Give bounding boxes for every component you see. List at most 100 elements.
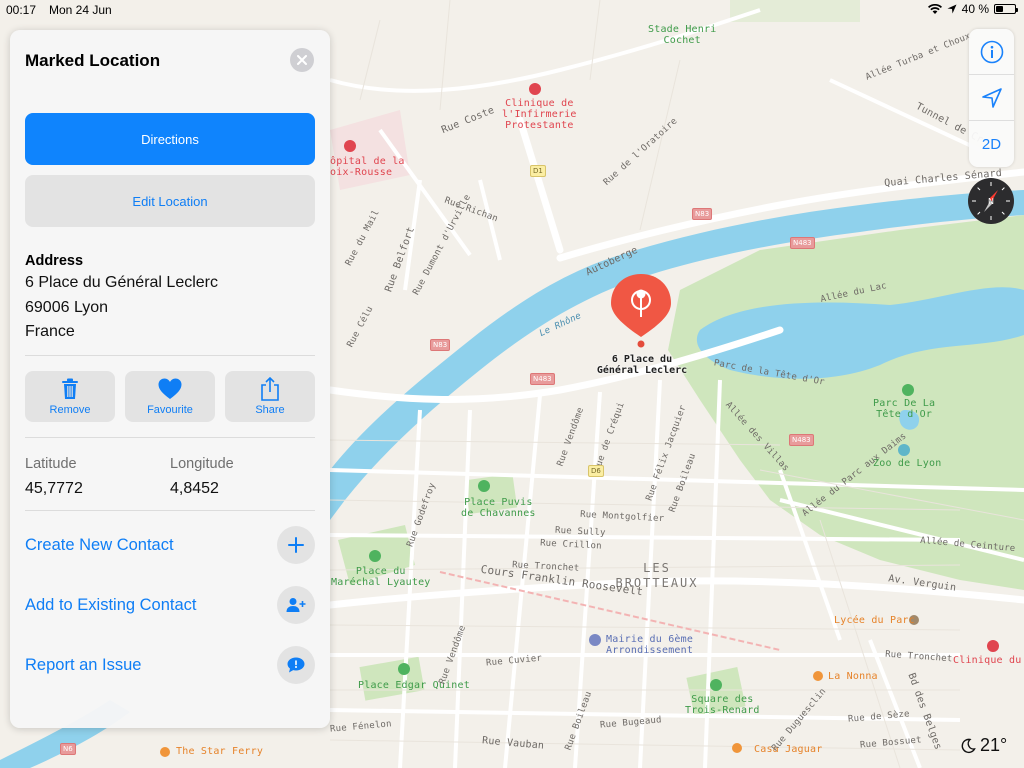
latitude-value: 45,7772 (25, 480, 83, 497)
road-shield-n83-a: N83 (430, 339, 451, 351)
status-time: 00:17 (6, 3, 37, 17)
poi-clinique-line3: Protestante (505, 120, 574, 131)
divider (25, 437, 315, 438)
address-line-3: France (25, 323, 75, 340)
pin-label-line1: 6 Place du (611, 354, 673, 365)
directions-button[interactable]: Directions (25, 113, 315, 165)
pin-label: 6 Place du Général Leclerc (596, 354, 688, 376)
poi-lyautey: Place du Maréchal Lyautey (331, 566, 431, 588)
favourite-label: Favourite (147, 404, 193, 416)
battery-fill (996, 6, 1004, 12)
info-icon (980, 40, 1003, 63)
close-icon (297, 55, 307, 65)
poi-clinique-line1: Clinique de (505, 98, 574, 109)
share-label: Share (255, 404, 285, 416)
poi-quinet: Place Edgar Quinet (358, 680, 470, 691)
divider (25, 355, 315, 356)
poi-hopital: ôpital de la oix-Rousse (330, 156, 405, 178)
poi-stade-line2: Cochet (663, 35, 701, 46)
longitude-value: 4,8452 (170, 480, 219, 497)
road-shield-d1: D1 (530, 165, 546, 177)
status-right-group: 40 % (927, 2, 1018, 16)
poi-lyautey-line2: Maréchal Lyautey (331, 577, 431, 588)
divider (25, 510, 315, 511)
plus-icon (288, 537, 304, 553)
poi-trois-renard: Square des Trois-Renard (685, 694, 760, 716)
edit-location-button[interactable]: Edit Location (25, 175, 315, 227)
status-bar: 00:17 Mon 24 Jun 40 % (0, 0, 1024, 20)
poi-clinique-line2: l'Infirmerie (502, 109, 577, 120)
share-button[interactable]: Share (225, 371, 315, 422)
info-button[interactable] (969, 29, 1014, 75)
poi-jaguar: Casa Jaguar (754, 744, 823, 755)
road-shield-n483-a: N483 (530, 373, 555, 385)
address-line-2: 69006 Lyon (25, 299, 109, 316)
speech-bubble-alert-icon (287, 657, 305, 673)
road-shield-n483-b: N483 (790, 237, 815, 249)
road-shield-n483-c: N483 (789, 434, 814, 446)
wifi-icon (927, 3, 942, 14)
poi-trois-line2: Trois-Renard (685, 705, 760, 716)
poi-ferry: The Star Ferry (176, 746, 264, 757)
poi-clinique: Clinique de l'Infirmerie Protestante (502, 98, 577, 131)
weather-widget: 21° (960, 735, 1007, 756)
svg-text:N: N (988, 197, 994, 206)
poi-hopital-line1: ôpital de la (330, 156, 405, 167)
longitude-label: Longitude (170, 456, 234, 472)
heart-icon (158, 377, 182, 401)
pin-label-line2: Général Leclerc (596, 365, 688, 376)
remove-button[interactable]: Remove (25, 371, 115, 422)
moon-icon (961, 738, 976, 753)
trash-icon (61, 377, 79, 401)
poi-mairie-line2: Arrondissement (606, 645, 694, 656)
poi-puvis: Place Puvis de Chavannes (461, 497, 536, 519)
poi-lyautey-line1: Place du (355, 566, 406, 577)
address-line-1: 6 Place du Général Leclerc (25, 274, 218, 291)
poi-stade-line1: Stade Henri (648, 24, 717, 35)
share-icon (260, 377, 280, 401)
location-services-icon (947, 4, 957, 14)
create-contact-button[interactable] (277, 526, 315, 564)
poi-trois-line1: Square des (691, 694, 754, 705)
favourite-button[interactable]: Favourite (125, 371, 215, 422)
location-arrow-icon (981, 87, 1002, 108)
poi-puvis-line2: de Chavannes (461, 508, 536, 519)
status-date: Mon 24 Jun (49, 3, 112, 17)
close-button[interactable] (290, 48, 314, 72)
battery-icon (994, 4, 1018, 14)
compass-button[interactable]: N (968, 178, 1014, 224)
temperature: 21° (980, 735, 1008, 755)
report-issue-button[interactable] (277, 646, 315, 684)
add-person-icon (286, 598, 306, 612)
address-heading: Address (25, 253, 84, 269)
poi-clinique-parc: Clinique du Pa (953, 655, 1024, 666)
road-shield-n83-b: N83 (692, 208, 713, 220)
poi-stade: Stade Henri Cochet (648, 24, 716, 46)
poi-parc-line2: Tête d'Or (876, 409, 933, 420)
card-title: Marked Location (25, 51, 161, 70)
create-new-contact-link[interactable]: Create New Contact (25, 536, 174, 555)
poi-parc-line1: Parc De La (873, 398, 936, 409)
poi-mairie-line1: Mairie du 6ème (606, 634, 694, 645)
remove-label: Remove (49, 404, 91, 416)
district-line1: LES (643, 561, 671, 575)
poi-nonna: La Nonna (828, 671, 878, 682)
road-shield-d6: D6 (588, 465, 604, 477)
poi-lycee: Lycée du Parc (834, 615, 915, 626)
view-mode-2d-button[interactable]: 2D (969, 121, 1014, 167)
poi-parc: Parc De La Tête d'Or (873, 398, 935, 420)
battery-percentage: 40 % (961, 2, 989, 16)
add-existing-contact-button[interactable] (277, 586, 315, 624)
latitude-label: Latitude (25, 456, 77, 472)
poi-puvis-line1: Place Puvis (464, 497, 533, 508)
road-shield-n6: N6 (60, 743, 76, 755)
map-controls: 2D (969, 29, 1014, 167)
poi-hopital-line2: oix-Rousse (330, 167, 393, 178)
tracking-button[interactable] (969, 75, 1014, 121)
poi-zoo: Zoo de Lyon (873, 458, 942, 469)
marked-location-card: Marked Location Directions Edit Location… (10, 30, 330, 728)
add-to-existing-contact-link[interactable]: Add to Existing Contact (25, 596, 197, 615)
poi-mairie: Mairie du 6ème Arrondissement (606, 634, 693, 656)
compass-icon: N (972, 182, 1010, 220)
report-issue-link[interactable]: Report an Issue (25, 656, 141, 675)
